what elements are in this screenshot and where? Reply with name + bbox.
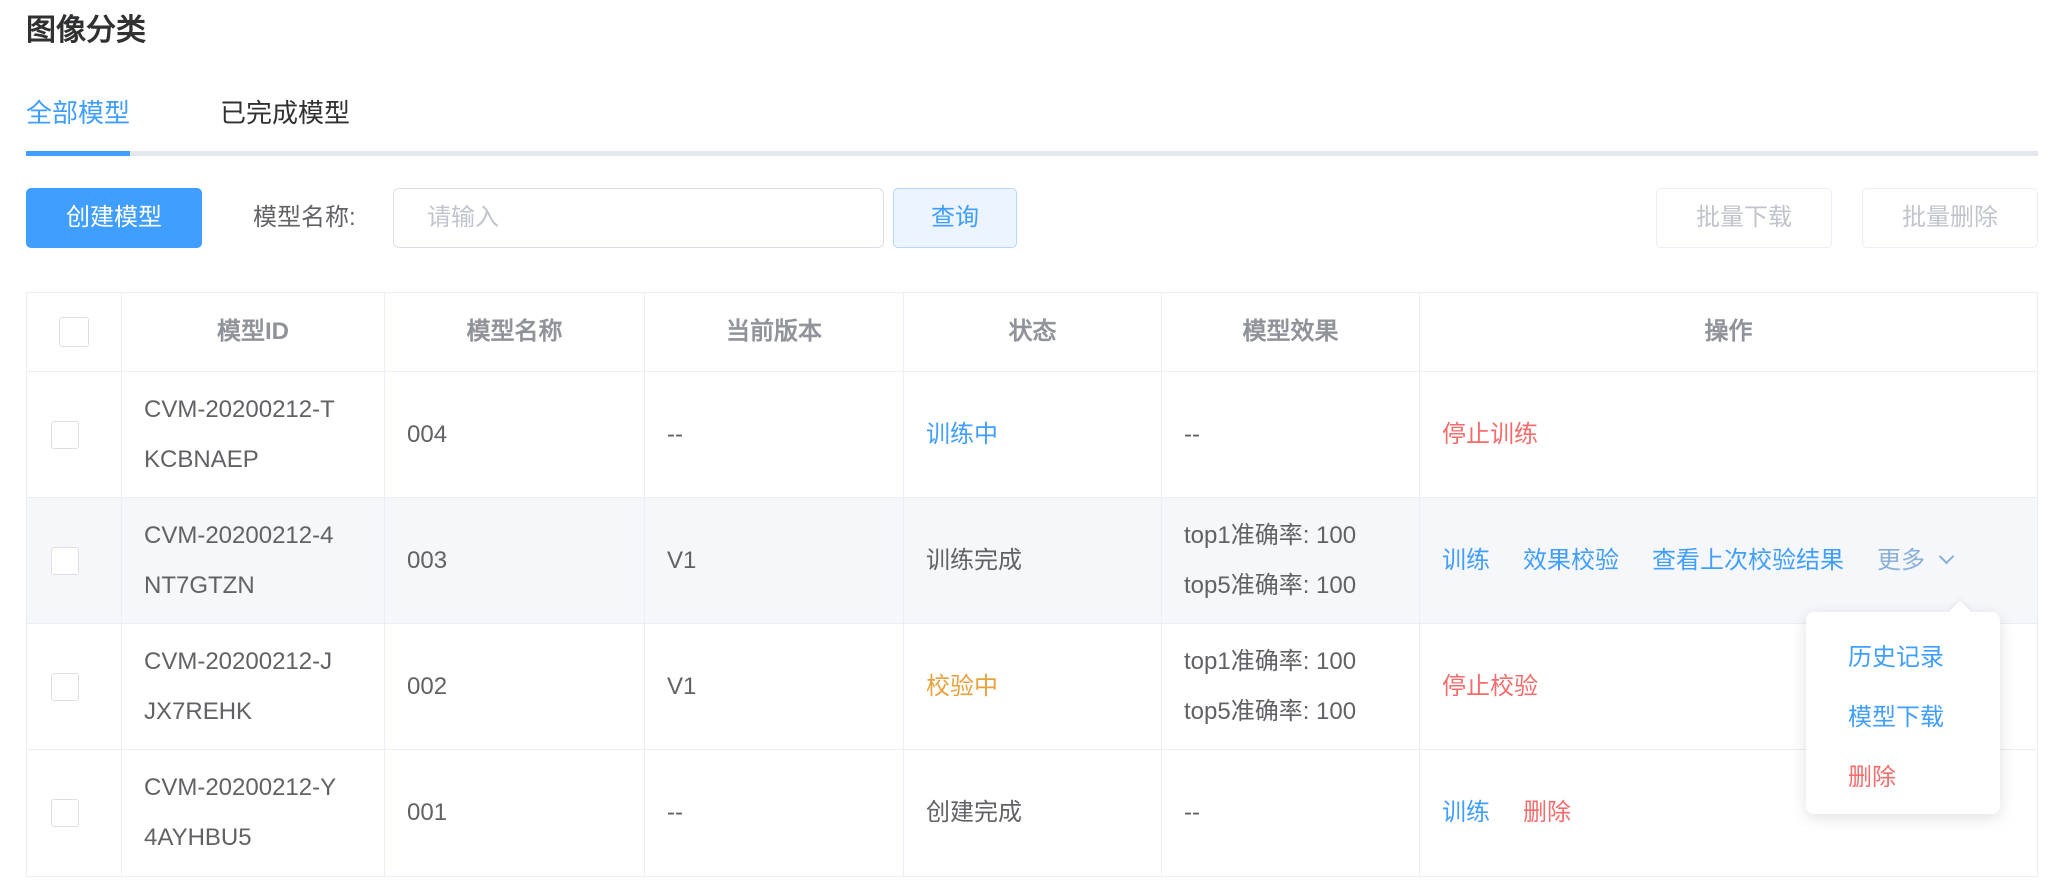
model-name-cell: 002 xyxy=(385,624,645,749)
effect-cell: top1准确率: 100 top5准确率: 100 xyxy=(1162,498,1420,623)
query-button[interactable]: 查询 xyxy=(893,188,1017,248)
table-row: CVM-20200212-Y 4AYHBU5 001 -- 创建完成 -- 训练… xyxy=(27,750,2037,876)
menu-item-delete[interactable]: 删除 xyxy=(1806,748,2000,808)
menu-item-history[interactable]: 历史记录 xyxy=(1806,628,2000,688)
model-name-search-input[interactable] xyxy=(393,188,884,248)
actions-cell: 训练 效果校验 查看上次校验结果 更多 xyxy=(1420,498,2037,623)
column-header-status[interactable]: 状态 xyxy=(904,293,1162,371)
tab-completed-models[interactable]: 已完成模型 xyxy=(220,92,354,156)
batch-delete-button[interactable]: 批量删除 xyxy=(1862,188,2038,248)
model-id-line1: CVM-20200212-J xyxy=(144,647,333,675)
tab-label: 已完成模型 xyxy=(220,98,351,128)
model-id-line2: NT7GTZN xyxy=(144,571,255,599)
column-header-model-id[interactable]: 模型ID xyxy=(122,293,385,371)
row-select-cell xyxy=(27,498,122,623)
model-id-line1: CVM-20200212-Y xyxy=(144,774,337,801)
model-name-cell: 001 xyxy=(385,750,645,876)
effect-top1: top1准确率: 100 xyxy=(1184,521,1357,549)
model-id-line2: KCBNAEP xyxy=(144,445,259,473)
train-link[interactable]: 训练 xyxy=(1442,788,1490,838)
stop-validation-link[interactable]: 停止校验 xyxy=(1442,662,1538,712)
more-dropdown-menu: 历史记录 模型下载 删除 xyxy=(1806,600,2000,814)
model-id-cell: CVM-20200212-4 NT7GTZN xyxy=(122,498,385,623)
model-id-cell: CVM-20200212-J JX7REHK xyxy=(122,624,385,749)
model-name-cell: 003 xyxy=(385,498,645,623)
model-id-cell: CVM-20200212-Y 4AYHBU5 xyxy=(122,750,385,876)
model-id-line2: JX7REHK xyxy=(144,697,253,725)
row-checkbox[interactable] xyxy=(51,546,79,575)
effect-top5: top5准确率: 100 xyxy=(1184,571,1357,599)
version-cell: -- xyxy=(645,372,904,497)
row-select-cell xyxy=(27,750,122,876)
more-label: 更多 xyxy=(1877,546,1925,574)
effect-cell: -- xyxy=(1162,750,1420,876)
effect-cell: -- xyxy=(1162,372,1420,497)
model-id-line2: 4AYHBU5 xyxy=(144,824,252,851)
delete-link[interactable]: 删除 xyxy=(1523,788,1571,838)
version-cell: -- xyxy=(645,750,904,876)
models-table: 模型ID 模型名称 当前版本 状态 模型效果 操作 CVM-20200212-T… xyxy=(26,292,2038,877)
status-cell: 训练完成 xyxy=(904,498,1162,623)
stop-training-link[interactable]: 停止训练 xyxy=(1442,410,1538,460)
train-link[interactable]: 训练 xyxy=(1442,536,1490,586)
create-model-button[interactable]: 创建模型 xyxy=(26,188,202,248)
model-id-line1: CVM-20200212-T xyxy=(144,395,335,423)
row-checkbox[interactable] xyxy=(51,672,79,701)
select-all-checkbox[interactable] xyxy=(59,317,89,347)
effect-top1: top1准确率: 100 xyxy=(1184,647,1357,675)
column-header-current-version[interactable]: 当前版本 xyxy=(645,293,904,371)
search-label: 模型名称: xyxy=(253,204,356,231)
effect-cell: top1准确率: 100 top5准确率: 100 xyxy=(1162,624,1420,749)
status-cell: 校验中 xyxy=(904,624,1162,749)
row-checkbox[interactable] xyxy=(51,799,79,827)
tab-all-models[interactable]: 全部模型 xyxy=(26,92,130,156)
page-title: 图像分类 xyxy=(26,14,146,47)
chevron-down-icon xyxy=(1938,548,1955,565)
column-header-model-effect[interactable]: 模型效果 xyxy=(1162,293,1420,371)
status-cell: 训练中 xyxy=(904,372,1162,497)
column-header-actions[interactable]: 操作 xyxy=(1420,293,2037,371)
version-cell: V1 xyxy=(645,498,904,623)
table-row: CVM-20200212-4 NT7GTZN 003 V1 训练完成 top1准… xyxy=(27,498,2037,624)
actions-cell: 停止训练 xyxy=(1420,372,2037,497)
tab-bar: 全部模型 已完成模型 xyxy=(26,92,2038,156)
model-name-cell: 004 xyxy=(385,372,645,497)
table-header-row: 模型ID 模型名称 当前版本 状态 模型效果 操作 xyxy=(27,293,2037,372)
effect-top5: top5准确率: 100 xyxy=(1184,697,1357,725)
tab-active-indicator xyxy=(26,151,130,156)
row-select-cell xyxy=(27,624,122,749)
model-id-line1: CVM-20200212-4 xyxy=(144,521,334,549)
row-checkbox[interactable] xyxy=(51,420,79,449)
version-cell: V1 xyxy=(645,624,904,749)
table-row: CVM-20200212-T KCBNAEP 004 -- 训练中 -- 停止训… xyxy=(27,372,2037,498)
status-cell: 创建完成 xyxy=(904,750,1162,876)
batch-download-button[interactable]: 批量下载 xyxy=(1656,188,1832,248)
view-last-validation-link[interactable]: 查看上次校验结果 xyxy=(1652,536,1844,586)
menu-item-download-model[interactable]: 模型下载 xyxy=(1806,688,2000,748)
row-select-cell xyxy=(27,372,122,497)
model-id-cell: CVM-20200212-T KCBNAEP xyxy=(122,372,385,497)
tab-label: 全部模型 xyxy=(26,98,131,128)
more-dropdown-trigger[interactable]: 更多 xyxy=(1877,536,1955,586)
toolbar: 创建模型 模型名称: 查询 批量下载 批量删除 xyxy=(26,188,2038,248)
header-select-cell xyxy=(27,293,122,371)
effect-validate-link[interactable]: 效果校验 xyxy=(1523,536,1619,586)
table-row: CVM-20200212-J JX7REHK 002 V1 校验中 top1准确… xyxy=(27,624,2037,750)
column-header-model-name[interactable]: 模型名称 xyxy=(385,293,645,371)
